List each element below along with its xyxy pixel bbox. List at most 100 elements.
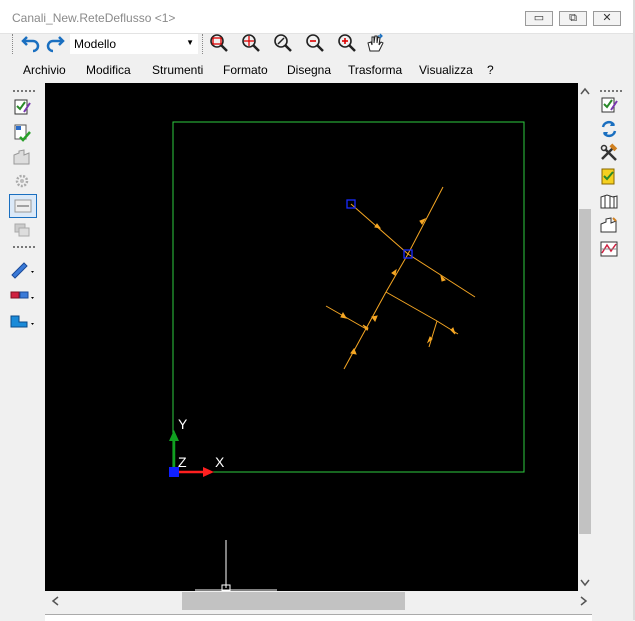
draw-channel-tool-button[interactable]: [9, 310, 35, 332]
select-tool-button[interactable]: [9, 96, 35, 118]
right-tool-palette: [594, 86, 626, 266]
horizontal-scrollbar[interactable]: [45, 592, 592, 610]
channel-segment: [407, 186, 444, 255]
view-select-value: Modello: [74, 37, 117, 51]
flow-arrow: [426, 336, 433, 344]
pencil-dropdown-icon: [11, 262, 34, 279]
toolbar-grip: [12, 34, 14, 54]
model-frame: [172, 121, 525, 473]
zoom-in-icon: [338, 34, 356, 52]
channel-network: [325, 186, 476, 370]
pan-icon: [367, 33, 384, 52]
toolbar-separator: [202, 34, 204, 54]
zoom-extents-icon: [242, 34, 260, 52]
ucs-icon: Y Z X: [169, 416, 225, 477]
vertical-scroll-thumb[interactable]: [579, 209, 591, 534]
menu-visualizza[interactable]: Visualizza: [419, 63, 473, 77]
section-tool-button[interactable]: [9, 194, 37, 218]
zoom-dynamic-button[interactable]: [272, 32, 294, 54]
palette-grip: [13, 246, 35, 250]
channel-dropdown-icon: [10, 315, 34, 328]
undo-icon: [21, 36, 40, 53]
chevron-down-icon: ▼: [186, 38, 194, 47]
flow-arrow: [340, 311, 348, 319]
channel-segment: [385, 291, 438, 322]
horizontal-scroll-thumb[interactable]: [182, 592, 405, 610]
longitudinal-profile-button[interactable]: [596, 190, 622, 212]
drawing-canvas[interactable]: Y Z X: [45, 83, 578, 592]
building-profile-icon: [600, 217, 617, 233]
ucs-x-label: X: [215, 454, 225, 470]
building-profile-icon: [13, 149, 30, 165]
scroll-down-button[interactable]: [578, 575, 592, 591]
zoom-out-button[interactable]: [304, 32, 326, 54]
profile-tool-button[interactable]: [9, 146, 35, 168]
flow-arrow: [350, 347, 357, 355]
title-bar: Canali_New.ReteDeflusso <1> ▭ ⧉ ✕: [0, 0, 635, 34]
maximize-icon: ⧉: [569, 12, 577, 24]
section-profile-button[interactable]: [596, 214, 622, 236]
link-dropdown-icon: [10, 291, 34, 299]
chevron-left-icon: [51, 596, 59, 606]
scroll-right-button[interactable]: [576, 593, 592, 609]
zoom-dynamic-icon: [274, 34, 292, 52]
profile-chart-icon: [600, 194, 618, 209]
settings-tool-button[interactable]: [9, 170, 35, 192]
channel-segment: [350, 203, 409, 255]
checklist-pencil-icon: [14, 99, 31, 115]
draw-pipe-tool-button[interactable]: [9, 258, 35, 280]
minimize-button[interactable]: ▭: [525, 11, 553, 26]
menu-modifica[interactable]: Modifica: [86, 63, 131, 77]
pan-button[interactable]: [364, 32, 386, 54]
model-drawing: Y Z X: [169, 121, 525, 592]
draw-link-tool-button[interactable]: [9, 284, 35, 306]
chevron-right-icon: [580, 596, 588, 606]
channel-segment: [428, 320, 438, 348]
undo-button[interactable]: [20, 32, 42, 54]
menu-help[interactable]: ?: [487, 63, 494, 77]
menu-disegna[interactable]: Disegna: [287, 63, 331, 77]
document-check-icon: [601, 168, 615, 185]
refresh-button[interactable]: [596, 118, 622, 140]
checklist-pencil-icon: [601, 97, 618, 113]
zoom-out-icon: [306, 34, 324, 52]
document-check-icon: [14, 124, 31, 142]
zoom-in-button[interactable]: [336, 32, 358, 54]
layers-icon: [14, 223, 30, 237]
cursor-crosshair: [195, 540, 277, 592]
scroll-left-button[interactable]: [47, 593, 63, 609]
channel-segment: [407, 253, 476, 298]
menu-strumenti[interactable]: Strumenti: [152, 63, 203, 77]
layers-tool-button[interactable]: [9, 218, 35, 240]
tools-button[interactable]: [596, 142, 622, 164]
channel-segment: [385, 253, 409, 293]
flow-arrow: [371, 315, 378, 323]
redo-button[interactable]: [44, 32, 66, 54]
main-toolbar: Modello ▼: [8, 32, 388, 58]
flow-arrow: [450, 327, 456, 335]
minimize-icon: ▭: [533, 12, 545, 24]
flow-arrow: [391, 268, 397, 276]
view-select[interactable]: Modello ▼: [70, 34, 198, 54]
diagram-button[interactable]: [596, 238, 622, 260]
maximize-button[interactable]: ⧉: [559, 11, 587, 26]
zoom-window-button[interactable]: [208, 32, 230, 54]
menu-archivio[interactable]: Archivio: [23, 63, 66, 77]
flow-arrow: [374, 223, 382, 229]
vertical-scrollbar[interactable]: [578, 83, 592, 591]
ucs-z-label: Z: [178, 454, 187, 470]
edit-properties-button[interactable]: [596, 94, 622, 116]
hammer-wrench-icon: [600, 143, 618, 161]
validate-tool-button[interactable]: [9, 122, 35, 144]
chevron-up-icon: [580, 87, 590, 95]
verify-button[interactable]: [596, 166, 622, 188]
close-icon: ✕: [602, 12, 612, 24]
zoom-extents-button[interactable]: [240, 32, 262, 54]
channel-segment: [325, 305, 369, 331]
refresh-icon: [601, 120, 617, 138]
window-title: Canali_New.ReteDeflusso <1>: [12, 11, 176, 25]
close-button[interactable]: ✕: [593, 11, 621, 26]
menu-trasforma[interactable]: Trasforma: [348, 63, 402, 77]
menu-formato[interactable]: Formato: [223, 63, 268, 77]
scroll-up-button[interactable]: [578, 83, 592, 99]
